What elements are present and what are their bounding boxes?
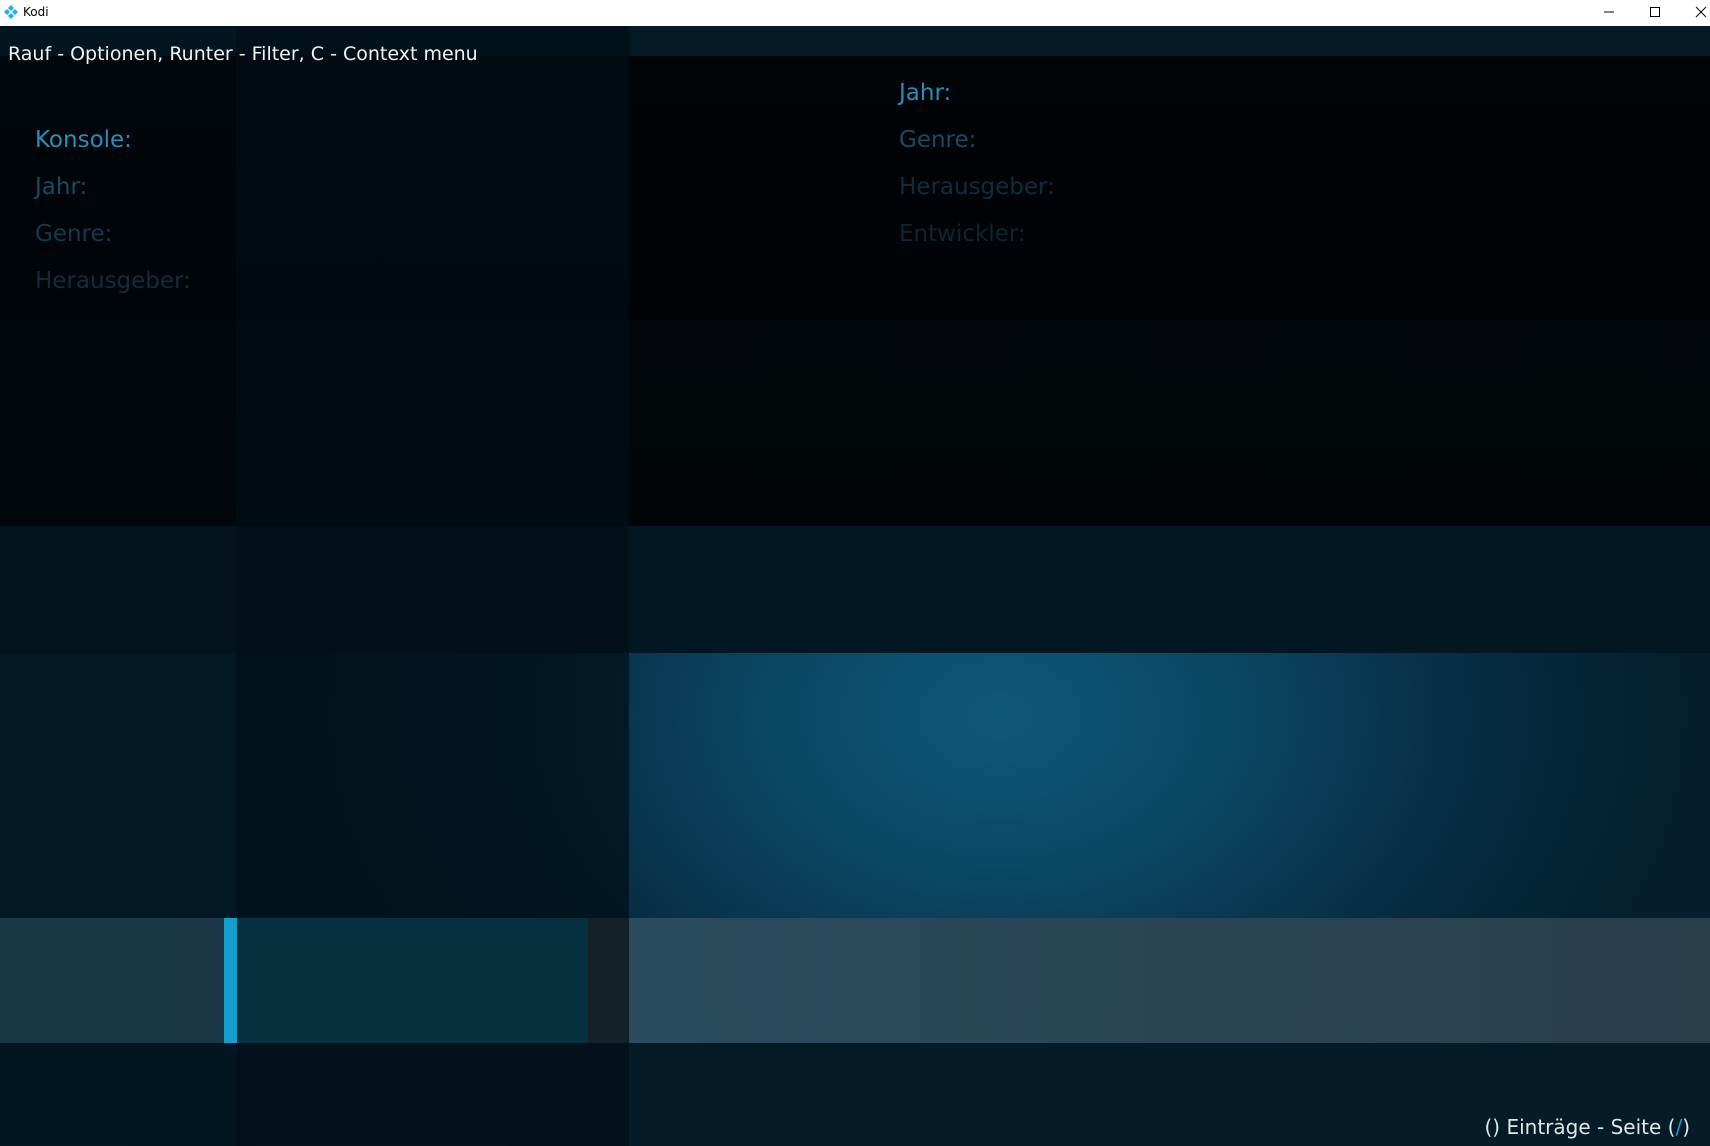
navigation-hint: Rauf - Optionen, Runter - Filter, C - Co… <box>8 43 478 65</box>
close-icon <box>1695 6 1707 18</box>
item-count-suffix: ) <box>1682 1115 1690 1139</box>
minimize-button[interactable] <box>1586 0 1632 24</box>
maximize-button[interactable] <box>1632 0 1678 24</box>
item-count-prefix: () Einträge - Seite ( <box>1484 1115 1676 1139</box>
item-count: () Einträge - Seite (/) <box>1484 1115 1690 1139</box>
focused-list-item[interactable] <box>224 918 588 1043</box>
publisher-label: Herausgeber: <box>35 268 191 294</box>
publisher-label-right: Herausgeber: <box>899 174 1055 200</box>
console-label: Konsole: <box>35 127 132 153</box>
kodi-app-area: Rauf - Optionen, Runter - Filter, C - Co… <box>0 26 1710 1146</box>
kodi-icon <box>4 5 18 19</box>
year-label-right: Jahr: <box>899 80 952 106</box>
window-title: Kodi <box>23 5 49 19</box>
year-label: Jahr: <box>35 174 88 200</box>
title-bar[interactable]: Kodi <box>0 0 1710 26</box>
focus-indicator <box>224 918 237 1043</box>
maximize-icon <box>1650 7 1660 17</box>
focused-item-spacer <box>588 918 629 1043</box>
kodi-window: Kodi Rauf - Optionen, Runter - Filter, C… <box>0 0 1710 1146</box>
close-button[interactable] <box>1678 0 1710 24</box>
minimize-icon <box>1604 11 1614 13</box>
developer-label-right: Entwickler: <box>899 221 1026 247</box>
genre-label-right: Genre: <box>899 127 977 153</box>
genre-label: Genre: <box>35 221 113 247</box>
